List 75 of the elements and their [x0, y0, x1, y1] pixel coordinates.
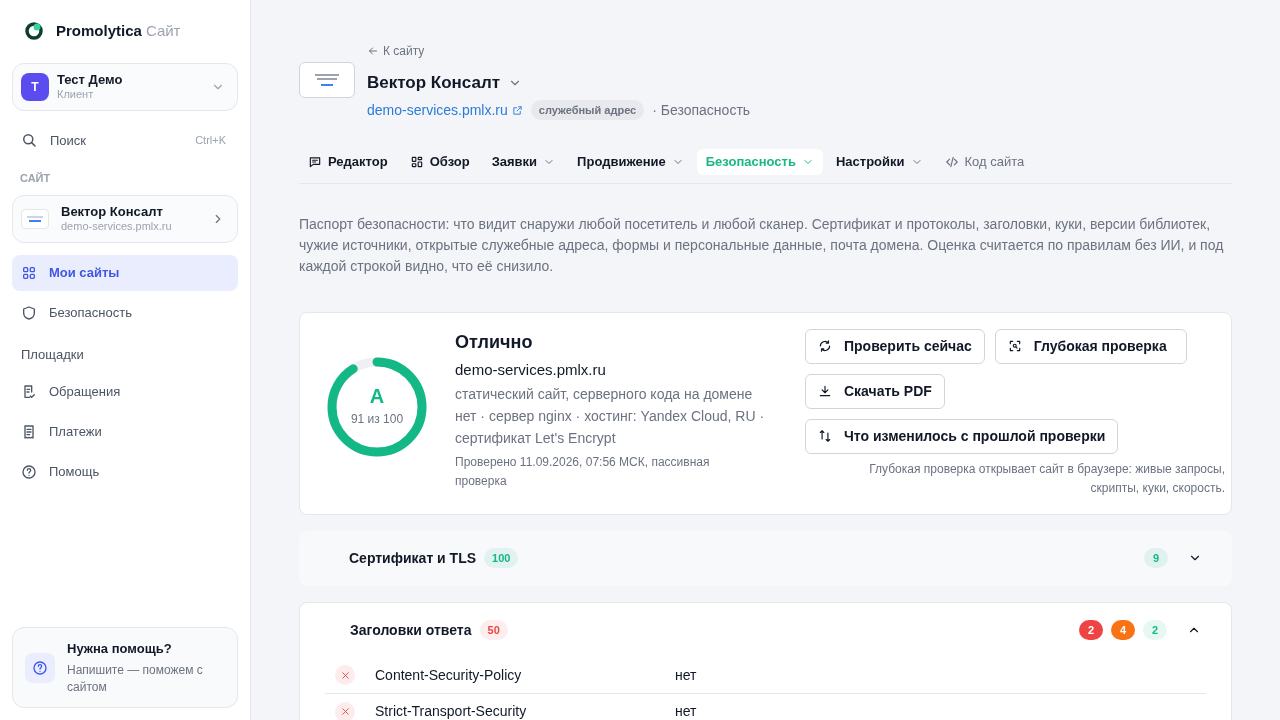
nav-item[interactable]: Безопасность [12, 294, 238, 331]
header-value: нет [675, 702, 697, 720]
action-button[interactable]: Что изменилось с прошлой проверки [805, 418, 1119, 454]
avatar: Т [21, 72, 49, 101]
nav-item[interactable]: Помощь [12, 454, 238, 490]
download-icon [818, 384, 832, 398]
score-domain: demo-services.pmlx.ru [455, 359, 607, 380]
receipt-icon [21, 424, 37, 440]
arrow-left-icon [367, 45, 379, 57]
account-name: Тест Демо [57, 71, 124, 88]
grid-icon [409, 154, 424, 169]
score-badge: 50 [479, 619, 508, 641]
header-value: нет [675, 665, 697, 685]
site-title-dropdown[interactable]: Вектор Консалт [367, 70, 751, 96]
section-title: Сертификат и TLS [349, 548, 477, 568]
nav-heading: Площадки [20, 345, 85, 364]
score-badge: 100 [484, 547, 519, 569]
score-points: 91 из 100 [350, 410, 404, 428]
site-name: Вектор Консалт [61, 203, 164, 220]
help-text: Напишите — поможем с сайтом [67, 662, 204, 695]
nav-item[interactable]: Обращения [12, 374, 238, 410]
section-title: Заголовки ответа [350, 620, 472, 640]
actions-note: Глубокая проверка открывает сайт в браузере: живые запросы, скрипты, куки, скорость. [868, 460, 1225, 497]
account-role: Клиент [57, 87, 95, 102]
brand-suffix: Сайт [145, 21, 181, 41]
grid-icon [21, 264, 37, 281]
action-button[interactable]: Скачать PDF [805, 373, 945, 409]
domain-link[interactable]: demo-services.pmlx.ru [367, 99, 523, 121]
checked-time: Проверено 11.09.2026, 07:56 МСК, пассивная проверка [455, 454, 711, 490]
breadcrumb: · Безопасность [652, 100, 751, 120]
site-card[interactable]: Вектор Консалт demo-services.pmlx.ru [12, 194, 238, 243]
action-button[interactable]: Проверить сейчас [805, 328, 985, 364]
logo-icon [24, 21, 44, 42]
tag: служебный адрес [530, 99, 645, 121]
cross-icon [339, 706, 351, 717]
section-label: САЙТ [19, 171, 52, 186]
shield-icon [21, 304, 37, 321]
action-button[interactable]: Глубокая проверка [994, 328, 1187, 364]
tab[interactable]: Продвижение [568, 148, 693, 175]
nav-item[interactable]: Мои сайты [12, 254, 238, 291]
count-badge: 4 [1111, 619, 1135, 641]
header-name: Strict-Transport-Security [375, 702, 528, 720]
help-icon [32, 659, 48, 676]
account-switcher[interactable]: Т Тест Демо Клиент [12, 62, 238, 111]
chat-icon [308, 154, 322, 169]
count-badge: 2 [1143, 619, 1167, 641]
tab[interactable]: Код сайта [935, 148, 1034, 175]
brand-name: Promolytica [56, 21, 142, 41]
site-preview [299, 62, 355, 98]
shortcut-hint: Ctrl+K [195, 133, 226, 148]
back-link[interactable]: К сайту [367, 42, 751, 60]
verdict: Отлично [455, 330, 534, 354]
help-icon [21, 464, 37, 480]
intro-text: Паспорт безопасности: что видит снаружи любой посетитель и любой сканер. Сертификат и протоколы, заголовки, куки, версии библиотек, чужие источники, открытые служебные адреса, формы и персональные данные, почта домена. Оценка считается по правилам без ИИ, и под каждой строкой видно, что её снизило. [299, 214, 1225, 276]
search-button[interactable]: Поиск Ctrl+K [12, 122, 238, 158]
count-badge: 2 [1079, 619, 1103, 641]
scan-icon [1007, 339, 1022, 353]
swap-icon [818, 429, 832, 443]
code-icon [944, 154, 959, 169]
external-link-icon [511, 104, 523, 116]
refresh-icon [818, 339, 832, 353]
search-icon [20, 131, 38, 150]
help-title: Нужна помощь? [67, 640, 173, 658]
site-domain: demo-services.pmlx.ru [61, 219, 173, 234]
tab[interactable]: Заявки [482, 148, 565, 175]
nav-item[interactable]: Платежи [12, 414, 238, 450]
document-check-icon [21, 384, 37, 400]
count-badge: 9 [1144, 547, 1168, 569]
tab[interactable]: Настройки [826, 148, 932, 175]
grade: A [369, 385, 385, 406]
site-description: статический сайт, серверного кода на домене нет · сервер nginx · хостинг: Yandex Cloud, RU · сертификат Let's Encrypt [455, 385, 766, 448]
site-thumbnail [21, 208, 49, 229]
header-name: Content-Security-Policy [375, 665, 523, 685]
tab[interactable]: Редактор [299, 148, 397, 175]
tab[interactable]: Обзор [400, 148, 479, 175]
